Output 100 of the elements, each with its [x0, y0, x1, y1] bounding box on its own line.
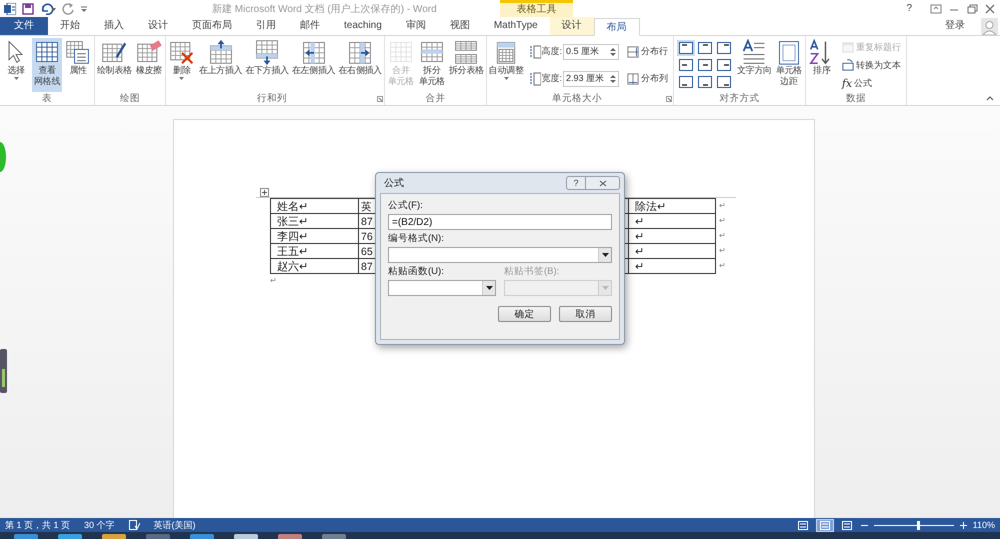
spin-arrows-icon[interactable] [610, 74, 616, 84]
ribbon-tab[interactable]: 设计 [136, 17, 180, 35]
sign-in-link[interactable]: 登录 [933, 17, 977, 35]
ribbon-tab[interactable]: 视图 [438, 17, 482, 35]
align-button[interactable] [715, 57, 734, 73]
align-button[interactable] [677, 40, 696, 56]
taskbar-app-icon[interactable] [234, 532, 258, 539]
restore-icon[interactable] [966, 2, 978, 14]
ribbon-tab[interactable]: 邮件 [288, 17, 332, 35]
ribbon-button[interactable]: 单元格 边距 [774, 38, 804, 92]
ribbon-tab[interactable]: 文件 [0, 17, 48, 35]
dialog-launcher-icon[interactable] [666, 96, 672, 102]
spin-arrows-icon[interactable] [610, 46, 616, 56]
ribbon-button[interactable]: 在左侧插入 [290, 38, 336, 92]
taskbar-app-icon[interactable] [102, 532, 126, 539]
ribbon-tab[interactable]: teaching [332, 17, 394, 35]
table-grid-icon [33, 39, 61, 65]
ribbon-button[interactable]: 在下方插入 [244, 38, 290, 92]
spin-field[interactable]: 2.93 厘米 [563, 70, 620, 86]
ribbon-button[interactable]: 查看 网格线 [32, 38, 62, 92]
dialog-button[interactable]: 取消 [559, 306, 612, 322]
align-button[interactable] [696, 40, 714, 56]
field-label: 公式(F): [388, 199, 424, 212]
word-count[interactable]: 30 个字 [84, 518, 115, 532]
close-icon [598, 180, 606, 186]
ribbon-tab[interactable]: 设计 [550, 17, 594, 35]
align-button[interactable] [677, 57, 696, 73]
align-button[interactable] [677, 74, 696, 90]
convert-to-text-icon [842, 59, 854, 71]
dialog-launcher-icon[interactable] [376, 96, 383, 102]
ribbon-button[interactable]: 橡皮擦 [134, 38, 164, 92]
ribbon-button[interactable]: fx 公式 [840, 76, 902, 90]
align-button[interactable] [696, 74, 714, 90]
ribbon-tab[interactable]: 开始 [48, 17, 92, 35]
text-align-icon [717, 76, 732, 88]
align-button[interactable] [715, 74, 734, 90]
ribbon-button[interactable]: 排序 [806, 38, 837, 92]
ribbon-display-icon[interactable] [930, 2, 942, 14]
field-label: 高度: [542, 45, 562, 58]
save-icon[interactable] [22, 2, 34, 14]
text-align-icon [717, 59, 732, 71]
taskbar-app-icon[interactable] [14, 532, 38, 539]
close-button[interactable] [586, 176, 620, 190]
taskbar-app-icon[interactable] [278, 532, 302, 539]
ribbon-button[interactable]: 分布行 [626, 44, 670, 59]
undo-icon[interactable] [40, 2, 56, 14]
proofing-icon[interactable] [128, 520, 140, 530]
redo-icon[interactable] [62, 2, 74, 14]
dropdown-field[interactable] [388, 247, 612, 263]
ribbon-button[interactable]: 在上方插入 [198, 38, 244, 92]
dialog-button[interactable]: 确定 [498, 306, 551, 322]
dropdown-field[interactable] [388, 280, 496, 296]
table-move-handle-icon[interactable] [260, 188, 269, 197]
web-layout-icon [842, 520, 852, 530]
ribbon-button[interactable]: 选择 [1, 38, 31, 92]
taskbar-app-icon[interactable] [322, 532, 346, 539]
level-meter-icon[interactable] [0, 349, 7, 393]
ribbon-button[interactable]: 文字方向 [736, 38, 773, 92]
taskbar-app-icon[interactable] [58, 532, 82, 539]
group-label: 数据 [844, 92, 867, 104]
table-cell: ↵ [628, 258, 716, 274]
ribbon-button[interactable]: 在右侧插入 [337, 38, 383, 92]
taskbar-app-icon[interactable] [190, 532, 214, 539]
ribbon-button[interactable]: 拆分表格 [448, 38, 485, 92]
formula-field[interactable]: =(B2/D2) [388, 214, 612, 230]
ribbon-tab[interactable]: 引用 [244, 17, 288, 35]
word-logo-icon[interactable] [4, 2, 16, 14]
ribbon-button[interactable]: 删除 [166, 38, 197, 92]
zoom-slider[interactable] [916, 520, 920, 530]
ribbon-button[interactable]: 转换为文本 [840, 58, 902, 72]
spin-field[interactable]: 0.5 厘米 [563, 44, 620, 60]
row-end-mark: ↵ [718, 216, 726, 225]
table-delete-icon [168, 39, 196, 65]
page-count[interactable]: 第 1 页，共 1 页 [5, 518, 70, 532]
zoom-level[interactable]: 110% [972, 520, 995, 530]
ribbon-tab[interactable]: 页面布局 [180, 17, 244, 35]
dropdown-field[interactable] [504, 280, 612, 296]
collapse-ribbon-icon[interactable] [986, 96, 994, 101]
help-button[interactable]: ? [894, 0, 924, 18]
ribbon-button[interactable]: 自动调整 [488, 38, 524, 92]
read-mode-icon [798, 520, 808, 530]
ribbon-tab[interactable]: 插入 [92, 17, 136, 35]
ribbon-tab[interactable]: 审阅 [394, 17, 438, 35]
ribbon-button[interactable]: 拆分 单元格 [416, 38, 447, 92]
align-button[interactable] [715, 40, 734, 56]
close-icon[interactable] [984, 2, 996, 14]
ribbon-tab[interactable]: MathType [482, 17, 550, 35]
group-label: 单元格大小 [550, 92, 603, 104]
text-align-icon [679, 42, 694, 54]
ribbon-button[interactable]: 分布列 [626, 71, 670, 86]
ribbon-button[interactable]: 绘制表格 [96, 38, 133, 92]
language-indicator[interactable]: 英语(美国) [154, 518, 196, 532]
field-label: 编号格式(N): [388, 232, 445, 245]
zoom-in-icon[interactable] [960, 522, 967, 528]
field-value: 0.5 厘米 [566, 45, 600, 58]
align-button[interactable] [696, 57, 714, 73]
help-button[interactable]: ? [566, 176, 586, 190]
ribbon-tab[interactable]: 布局 [594, 18, 640, 36]
table-properties-icon [64, 39, 92, 65]
ribbon-button[interactable]: 属性 [63, 38, 93, 92]
